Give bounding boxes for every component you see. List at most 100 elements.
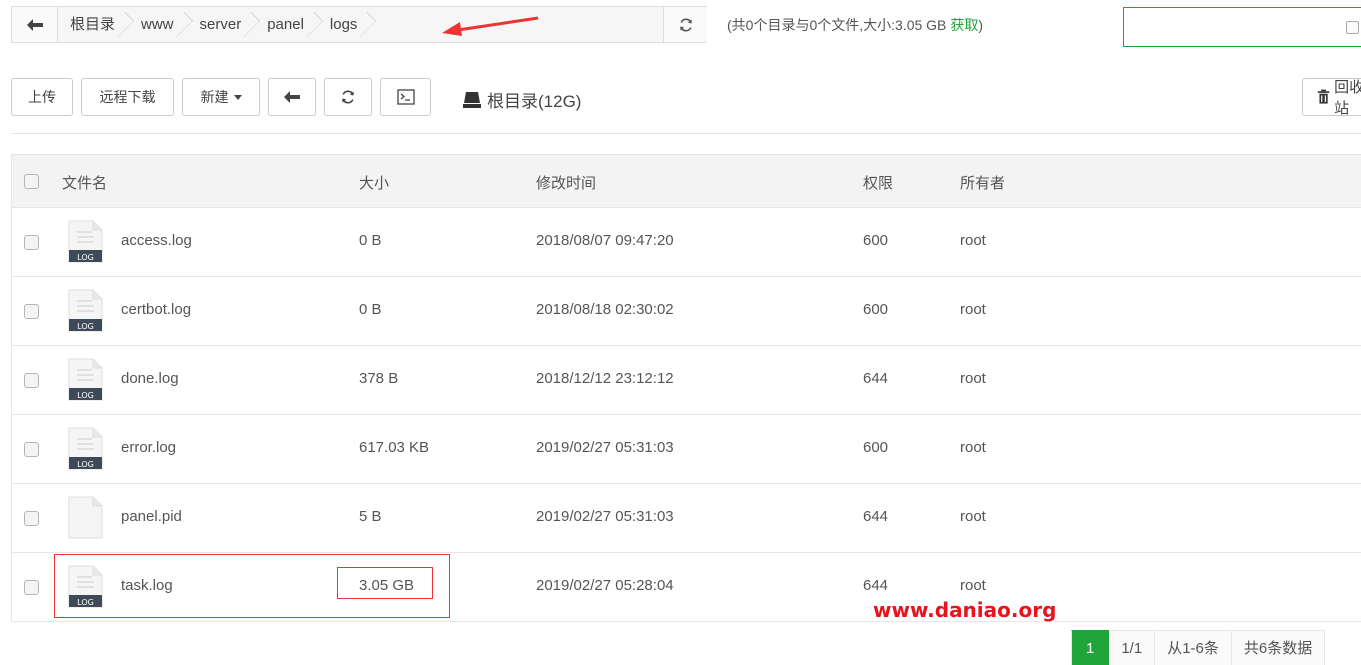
disk-root-selector[interactable]: 根目录(12G) <box>462 87 581 112</box>
recycle-bin-label: 回收站 <box>1334 79 1361 117</box>
header-name[interactable]: 文件名 <box>62 172 107 193</box>
file-perm[interactable]: 644 <box>863 508 888 525</box>
row-checkbox[interactable] <box>24 511 39 526</box>
file-owner[interactable]: root <box>960 508 986 525</box>
breadcrumb-item-root[interactable]: 根目录 <box>58 7 129 42</box>
path-breadcrumb-bar: 根目录 www server panel logs <box>11 6 707 43</box>
recycle-bin-button[interactable]: 回收站 <box>1302 78 1361 117</box>
refresh-icon <box>342 90 354 104</box>
header-mtime[interactable]: 修改时间 <box>536 172 596 193</box>
caret-down-icon <box>233 94 242 100</box>
file-size: 0 B <box>359 232 382 249</box>
file-owner[interactable]: root <box>960 232 986 249</box>
file-size: 5 B <box>359 508 382 525</box>
table-row[interactable]: LOG done.log 378 B 2018/12/12 23:12:12 6… <box>12 346 1361 415</box>
row-checkbox[interactable] <box>24 442 39 457</box>
svg-text:LOG: LOG <box>77 391 94 400</box>
file-size: 617.03 KB <box>359 439 430 456</box>
svg-text:LOG: LOG <box>77 322 94 331</box>
page-current[interactable]: 1 <box>1071 630 1110 665</box>
file-owner[interactable]: root <box>960 439 986 456</box>
refresh-icon <box>679 18 692 31</box>
back-toolbar-button[interactable] <box>268 78 316 116</box>
file-name[interactable]: error.log <box>121 439 176 456</box>
arrow-left-icon <box>26 18 43 31</box>
table-row[interactable]: LOG error.log 617.03 KB 2019/02/27 05:31… <box>12 415 1361 484</box>
breadcrumb-item-server[interactable]: server <box>188 7 256 42</box>
hard-drive-icon <box>463 91 481 108</box>
file-mtime: 2019/02/27 05:31:03 <box>536 439 674 456</box>
table-row[interactable]: LOG access.log 0 B 2018/08/07 09:47:20 6… <box>12 208 1361 277</box>
table-row[interactable]: LOG task.log 3.05 GB 2019/02/27 05:28:04… <box>12 553 1361 621</box>
search-subdir-checkbox[interactable] <box>1346 21 1359 34</box>
file-name[interactable]: task.log <box>121 577 173 594</box>
file-perm[interactable]: 600 <box>863 439 888 456</box>
fetch-size-link[interactable]: 获取 <box>950 17 978 33</box>
refresh-toolbar-button[interactable] <box>324 78 372 116</box>
directory-summary-close: ) <box>978 17 984 33</box>
header-owner: 所有者 <box>960 175 1006 192</box>
log-file-icon: LOG <box>68 358 103 401</box>
annotation-arrow <box>442 16 539 36</box>
pagination: 1 1/1 从1-6条 共6条数据 <box>1071 630 1326 665</box>
file-name[interactable]: access.log <box>121 232 192 249</box>
file-size: 0 B <box>359 301 382 318</box>
file-perm[interactable]: 644 <box>863 577 888 594</box>
table-header: 文件名 大小 修改时间 权限 所有者 <box>12 155 1361 208</box>
log-file-icon: LOG <box>68 220 103 263</box>
row-checkbox[interactable] <box>24 235 39 250</box>
file-toolbar: 上传 远程下载 新建 <box>11 78 439 116</box>
breadcrumb-item-www[interactable]: www <box>129 7 188 42</box>
back-button[interactable] <box>12 7 58 42</box>
terminal-button[interactable] <box>380 78 431 116</box>
file-name[interactable]: panel.pid <box>121 508 182 525</box>
page-count: 1/1 <box>1109 630 1156 665</box>
log-file-icon: LOG <box>68 565 103 608</box>
file-mtime: 2018/08/18 02:30:02 <box>536 301 674 318</box>
row-checkbox[interactable] <box>24 304 39 319</box>
path-refresh-button[interactable] <box>663 7 707 42</box>
page-range: 从1-6条 <box>1155 630 1232 665</box>
new-dropdown-button[interactable]: 新建 <box>182 78 260 116</box>
table-row[interactable]: LOG certbot.log 0 B 2018/08/18 02:30:02 … <box>12 277 1361 346</box>
svg-text:LOG: LOG <box>77 598 94 607</box>
blank-file-icon <box>68 496 103 539</box>
arrow-left-icon <box>284 91 300 103</box>
disk-root-label: 根目录(12G) <box>487 92 582 111</box>
watermark: www.daniao.org <box>873 598 1057 622</box>
trash-icon <box>1317 89 1330 104</box>
file-mtime: 2019/02/27 05:28:04 <box>536 577 674 594</box>
file-table: 文件名 大小 修改时间 权限 所有者 LOG access.log 0 B 20… <box>11 154 1361 622</box>
remote-download-button[interactable]: 远程下载 <box>81 78 174 116</box>
file-perm[interactable]: 644 <box>863 370 888 387</box>
header-size[interactable]: 大小 <box>359 172 389 193</box>
svg-text:LOG: LOG <box>77 253 94 262</box>
file-mtime: 2018/12/12 23:12:12 <box>536 370 674 387</box>
breadcrumb-item-panel[interactable]: panel <box>255 7 318 42</box>
file-size: 378 B <box>359 370 399 387</box>
terminal-icon <box>396 89 415 105</box>
file-size: 3.05 GB <box>359 577 415 594</box>
file-name[interactable]: certbot.log <box>121 301 191 318</box>
breadcrumb: 根目录 www server panel logs <box>58 7 371 42</box>
file-owner[interactable]: root <box>960 301 986 318</box>
svg-text:LOG: LOG <box>77 460 94 469</box>
search-box[interactable] <box>1123 7 1361 47</box>
file-perm[interactable]: 600 <box>863 232 888 249</box>
row-checkbox[interactable] <box>24 373 39 388</box>
row-checkbox[interactable] <box>24 580 39 595</box>
new-label: 新建 <box>200 89 229 105</box>
log-file-icon: LOG <box>68 427 103 470</box>
file-perm[interactable]: 600 <box>863 301 888 318</box>
file-name[interactable]: done.log <box>121 370 179 387</box>
file-owner[interactable]: root <box>960 370 986 387</box>
file-mtime: 2019/02/27 05:31:03 <box>536 508 674 525</box>
select-all-checkbox[interactable] <box>24 174 39 189</box>
header-perm: 权限 <box>863 175 894 192</box>
directory-info: (共0个目录与0个文件,大小:3.05 GB 获取) <box>727 15 983 35</box>
file-owner[interactable]: root <box>960 577 986 594</box>
breadcrumb-item-logs[interactable]: logs <box>318 7 372 42</box>
upload-button[interactable]: 上传 <box>11 78 73 116</box>
search-input[interactable] <box>1124 8 1361 46</box>
table-row[interactable]: panel.pid 5 B 2019/02/27 05:31:03 644 ro… <box>12 484 1361 553</box>
